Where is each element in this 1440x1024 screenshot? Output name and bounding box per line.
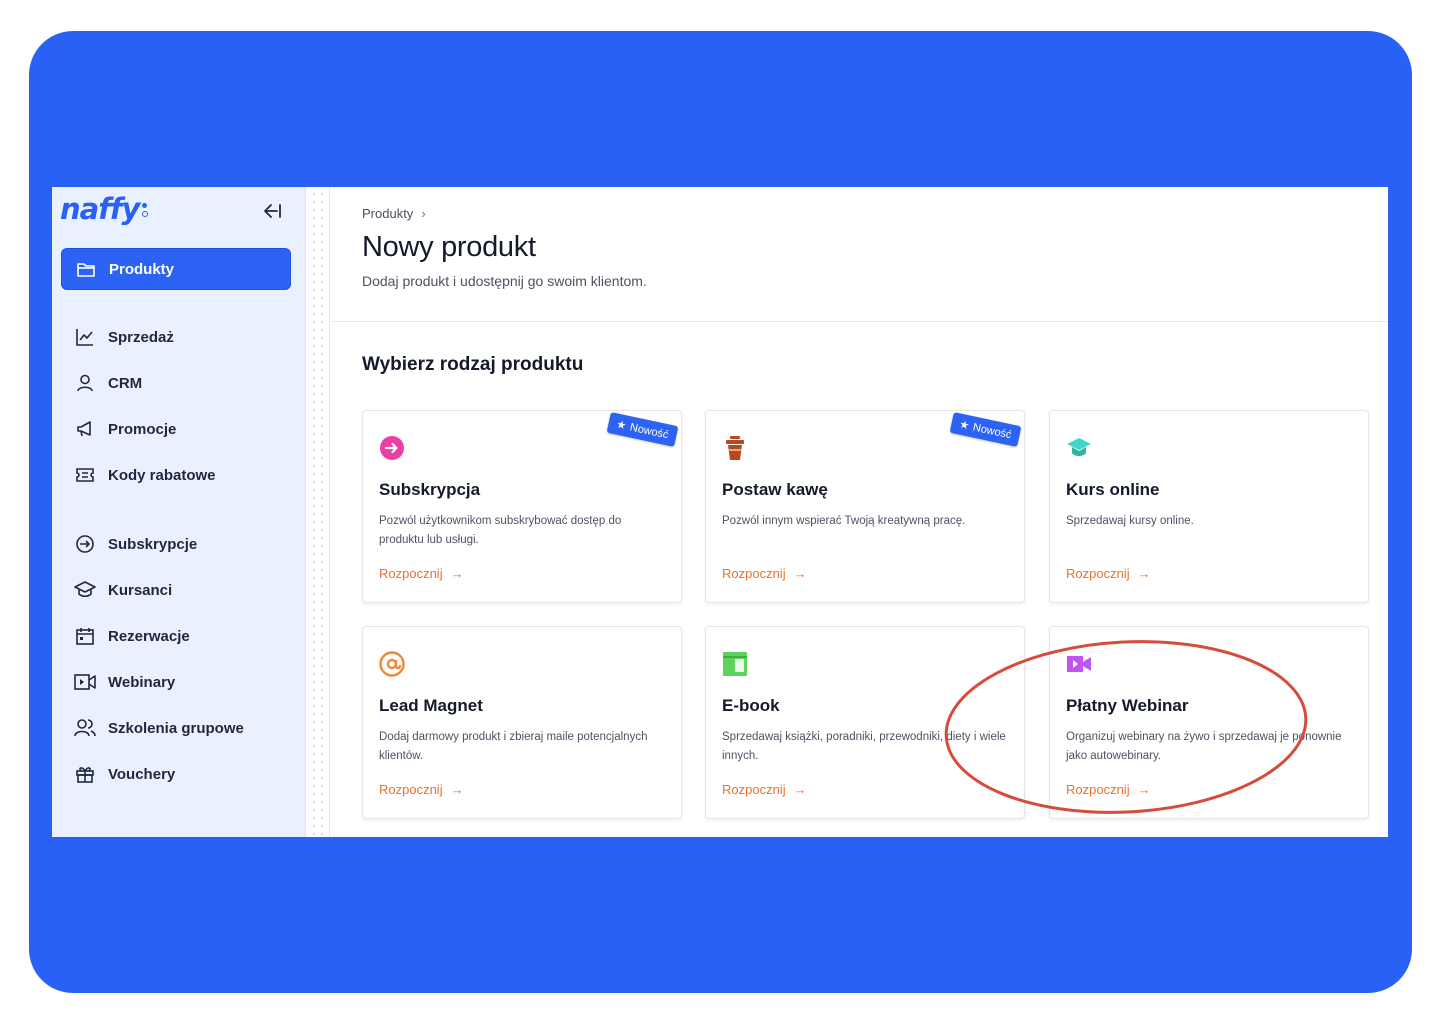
at-sign-icon [379,651,405,677]
card-title: Płatny Webinar [1066,696,1189,715]
star-icon: ★ [615,418,628,433]
product-card-subskrypcja[interactable]: ★ Nowość Subskrypcja Pozwól użytkownikom… [362,410,682,603]
sidebar-item-szkolenia-grupowe[interactable]: Szkolenia grupowe [61,707,291,749]
card-title: Kurs online [1066,480,1160,499]
new-badge: ★ Nowość [606,412,679,447]
start-link-label: Rozpocznij [722,782,786,797]
sidebar-item-label: Rezerwacje [108,627,190,645]
logo-dots [142,203,149,217]
start-link[interactable]: Rozpocznij → [1066,782,1151,797]
card-description: Organizuj webinary na żywo i sprzedawaj … [1066,731,1342,762]
arrow-right-icon: → [450,782,464,797]
card-description: Sprzedawaj książki, poradniki, przewodni… [722,731,1006,762]
collapse-arrow-icon [264,204,281,218]
start-link-label: Rozpocznij [1066,782,1130,797]
ticket-icon [74,464,96,486]
new-badge: ★ Nowość [949,412,1022,447]
card-description: Sprzedawaj kursy online. [1066,515,1194,527]
arrow-right-icon: → [1137,782,1151,797]
sidebar-item-label: Kody rabatowe [108,466,216,484]
sidebar-item-produkty[interactable]: Produkty [61,248,291,290]
arrow-right-icon: → [793,566,807,581]
sidebar-item-label: Szkolenia grupowe [108,719,244,737]
breadcrumb-link-produkty[interactable]: Produkty [362,206,413,221]
sidebar-item-label: Kursanci [108,581,173,599]
subscription-icon [380,436,404,460]
section-title: Wybierz rodzaj produktu [362,354,584,375]
user-icon [74,372,96,394]
product-card-platny-webinar[interactable]: Płatny Webinar Organizuj webinary na żyw… [1049,626,1369,819]
graduation-cap-icon [1067,438,1091,456]
coffee-cup-icon [726,436,744,460]
breadcrumb-separator: › [421,206,426,221]
video-camera-icon [1067,656,1091,672]
start-link-label: Rozpocznij [722,566,786,581]
card-title: E-book [722,696,780,715]
badge-label: Nowość [628,421,670,441]
sidebar-item-crm[interactable]: CRM [61,362,291,404]
sidebar-item-webinary[interactable]: Webinary [61,661,291,703]
start-link[interactable]: Rozpocznij → [1066,566,1151,581]
sidebar-item-promocje[interactable]: Promocje [61,408,291,450]
sidebar-item-label: Vouchery [108,765,176,783]
sidebar-item-kursanci[interactable]: Kursanci [61,569,291,611]
page-subtitle: Dodaj produkt i udostępnij go swoim klie… [362,273,647,289]
sidebar-item-label: Webinary [108,673,176,691]
product-card-kurs-online[interactable]: Kurs online Sprzedawaj kursy online. Roz… [1049,410,1369,603]
page-title: Nowy produkt [362,231,536,263]
card-title: Lead Magnet [379,696,483,715]
dotted-separator [307,187,330,837]
badge-label: Nowość [971,421,1013,441]
users-icon [74,717,96,739]
start-link[interactable]: Rozpocznij → [379,566,464,581]
folder-icon [75,258,97,280]
sidebar-item-label: Promocje [108,420,177,438]
start-link-label: Rozpocznij [1066,566,1130,581]
start-link[interactable]: Rozpocznij → [722,566,807,581]
sidebar-item-label: Subskrypcje [108,535,198,553]
video-icon [74,671,96,693]
logo[interactable]: naffy [60,192,149,226]
gift-icon [74,763,96,785]
app-window: naffy Produkty Sprzedaż CRM Promocje Kod… [52,187,1388,837]
calendar-icon [74,625,96,647]
chart-line-icon [74,326,96,348]
page-header: Produkty › Nowy produkt Dodaj produkt i … [331,187,1388,322]
start-link-label: Rozpocznij [379,782,443,797]
star-icon: ★ [958,418,971,433]
ebook-icon [723,652,747,676]
collapse-sidebar-button[interactable] [260,199,284,223]
start-link[interactable]: Rozpocznij → [379,782,464,797]
arrow-circle-icon [74,533,96,555]
product-card-postaw-kawe[interactable]: ★ Nowość Postaw kawę Pozwól innym wspier… [705,410,1025,603]
arrow-right-icon: → [793,782,807,797]
start-link-label: Rozpocznij [379,566,443,581]
sidebar-item-vouchery[interactable]: Vouchery [61,753,291,795]
card-title: Subskrypcja [379,480,481,499]
product-card-lead-magnet[interactable]: Lead Magnet Dodaj darmowy produkt i zbie… [362,626,682,819]
graduation-cap-icon [74,579,96,601]
logo-text: naffy [60,192,140,226]
product-card-e-book[interactable]: E-book Sprzedawaj książki, poradniki, pr… [705,626,1025,819]
breadcrumb: Produkty › [362,206,426,221]
arrow-right-icon: → [450,566,464,581]
sidebar-item-label: Sprzedaż [108,328,174,346]
sidebar: naffy Produkty Sprzedaż CRM Promocje Kod… [52,187,306,837]
sidebar-item-kody-rabatowe[interactable]: Kody rabatowe [61,454,291,496]
sidebar-item-label: Produkty [109,260,175,278]
sidebar-item-sprzedaz[interactable]: Sprzedaż [61,316,291,358]
sidebar-item-subskrypcje[interactable]: Subskrypcje [61,523,291,565]
card-description: Pozwól użytkownikom subskrybować dostęp … [379,515,622,546]
card-description: Dodaj darmowy produkt i zbieraj maile po… [379,731,648,762]
start-link[interactable]: Rozpocznij → [722,782,807,797]
card-title: Postaw kawę [722,480,828,499]
sidebar-item-label: CRM [108,374,143,392]
main-content: Produkty › Nowy produkt Dodaj produkt i … [331,187,1388,837]
megaphone-icon [74,418,96,440]
card-description: Pozwól innym wspierać Twoją kreatywną pr… [722,515,966,527]
sidebar-item-rezerwacje[interactable]: Rezerwacje [61,615,291,657]
arrow-right-icon: → [1137,566,1151,581]
